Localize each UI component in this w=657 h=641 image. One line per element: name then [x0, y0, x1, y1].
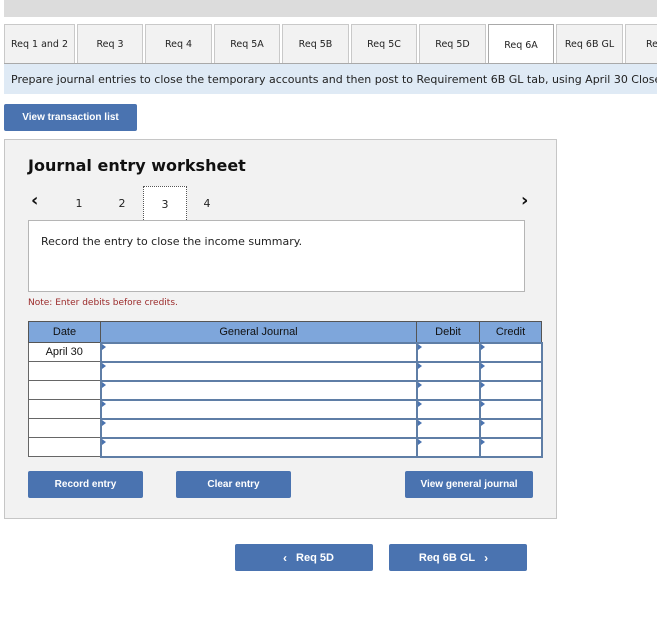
tab-req-6a[interactable]: Req 6A	[488, 24, 554, 63]
table-row	[28, 379, 543, 401]
debit-credit-note: Note: Enter debits before credits.	[28, 298, 178, 308]
tab-req-more[interactable]: Re	[625, 24, 657, 63]
chevron-right-icon: ›	[484, 550, 489, 565]
top-bar	[4, 0, 657, 17]
clear-entry-button[interactable]: Clear entry	[176, 471, 291, 498]
date-cell[interactable]	[28, 418, 101, 438]
page-4[interactable]: 4	[196, 188, 218, 218]
page-3-current[interactable]: 3	[143, 186, 187, 222]
next-requirement-label: Req 6B GL	[418, 551, 476, 564]
table-row	[28, 436, 543, 458]
table-row	[28, 398, 543, 420]
table-row: April 30	[28, 341, 543, 363]
date-cell[interactable]	[28, 399, 101, 419]
credit-input[interactable]	[478, 436, 543, 458]
credit-input[interactable]	[478, 379, 543, 401]
prev-requirement-button[interactable]: ‹ Req 5D	[235, 544, 373, 571]
tab-req-1-and-2[interactable]: Req 1 and 2	[4, 24, 75, 63]
header-debit: Debit	[416, 321, 480, 343]
account-input[interactable]	[99, 360, 418, 382]
next-requirement-button[interactable]: Req 6B GL ›	[389, 544, 527, 571]
date-cell[interactable]	[28, 380, 101, 400]
instruction-text: Prepare journal entries to close the tem…	[4, 64, 657, 94]
tab-req-3[interactable]: Req 3	[77, 24, 143, 63]
debit-input[interactable]	[415, 436, 481, 458]
account-input[interactable]	[99, 417, 418, 439]
credit-input[interactable]	[478, 360, 543, 382]
view-general-journal-button[interactable]: View general journal	[405, 471, 533, 498]
debit-input[interactable]	[415, 398, 481, 420]
account-input[interactable]	[99, 436, 418, 458]
credit-input[interactable]	[478, 341, 543, 363]
account-input[interactable]	[99, 341, 418, 363]
view-transaction-list-button[interactable]: View transaction list	[4, 104, 137, 131]
worksheet-pager: ‹ 1 2 3 4 ›	[27, 185, 537, 222]
chevron-left-icon: ‹	[283, 550, 288, 565]
tab-req-5c[interactable]: Req 5C	[351, 24, 417, 63]
record-entry-button[interactable]: Record entry	[28, 471, 143, 498]
date-cell[interactable]: April 30	[28, 342, 101, 362]
tab-req-4[interactable]: Req 4	[145, 24, 212, 63]
journal-table: Date General Journal Debit Credit April …	[28, 321, 543, 458]
tab-req-5a[interactable]: Req 5A	[214, 24, 280, 63]
account-input[interactable]	[99, 379, 418, 401]
credit-input[interactable]	[478, 417, 543, 439]
table-row	[28, 360, 543, 382]
date-cell[interactable]	[28, 437, 101, 457]
worksheet-title: Journal entry worksheet	[28, 156, 246, 175]
date-cell[interactable]	[28, 361, 101, 381]
debit-input[interactable]	[415, 379, 481, 401]
debit-input[interactable]	[415, 417, 481, 439]
debit-input[interactable]	[415, 341, 481, 363]
page-2[interactable]: 2	[111, 188, 133, 218]
chevron-right-icon[interactable]: ›	[521, 190, 528, 211]
table-row	[28, 417, 543, 439]
entry-prompt: Record the entry to close the income sum…	[28, 220, 525, 292]
page-1[interactable]: 1	[68, 188, 90, 218]
header-general-journal: General Journal	[100, 321, 417, 343]
journal-entry-worksheet: Journal entry worksheet ‹ 1 2 3 4 › Reco…	[4, 139, 557, 519]
tab-req-5d[interactable]: Req 5D	[419, 24, 486, 63]
credit-input[interactable]	[478, 398, 543, 420]
requirement-tabs: Req 1 and 2 Req 3 Req 4 Req 5A Req 5B Re…	[4, 24, 657, 64]
header-credit: Credit	[479, 321, 542, 343]
chevron-left-icon[interactable]: ‹	[31, 190, 38, 211]
tab-req-6b-gl[interactable]: Req 6B GL	[556, 24, 623, 63]
debit-input[interactable]	[415, 360, 481, 382]
tab-req-5b[interactable]: Req 5B	[282, 24, 349, 63]
account-input[interactable]	[99, 398, 418, 420]
header-date: Date	[28, 321, 101, 343]
prev-requirement-label: Req 5D	[296, 551, 334, 564]
